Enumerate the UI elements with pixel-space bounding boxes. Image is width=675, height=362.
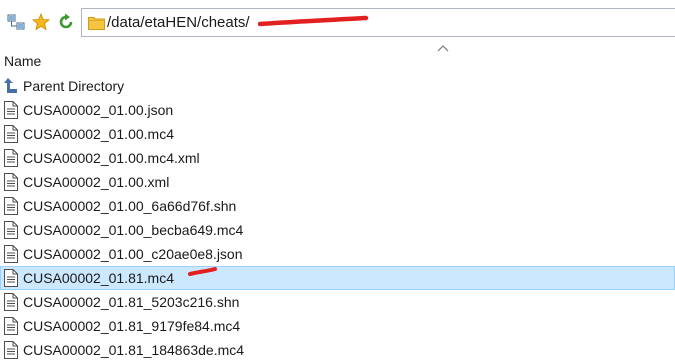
- file-name: CUSA00002_01.81_5203c216.shn: [23, 294, 240, 310]
- file-row[interactable]: CUSA00002_01.00_becba649.mc4: [0, 218, 675, 242]
- address-bar[interactable]: /data/etaHEN/cheats/: [81, 8, 675, 37]
- file-row[interactable]: CUSA00002_01.00_6a66d76f.shn: [0, 194, 675, 218]
- file-row[interactable]: CUSA00002_01.00_c20ae0e8.json: [0, 242, 675, 266]
- sort-ascending-icon: [437, 45, 449, 52]
- file-row[interactable]: CUSA00002_01.00.mc4: [0, 122, 675, 146]
- file-icon: [4, 149, 18, 167]
- file-row-selected[interactable]: CUSA00002_01.81.mc4: [0, 266, 675, 290]
- file-name: CUSA00002_01.00.mc4: [23, 126, 174, 142]
- file-list: Parent Directory CUSA00002_01.00.json CU…: [0, 74, 675, 362]
- column-header-name[interactable]: Name: [4, 53, 41, 69]
- column-header: Name: [0, 44, 675, 74]
- star-icon[interactable]: [31, 12, 51, 32]
- file-icon: [4, 293, 18, 311]
- file-row[interactable]: CUSA00002_01.81_9179fe84.mc4: [0, 314, 675, 338]
- parent-directory-row[interactable]: Parent Directory: [0, 74, 675, 98]
- file-row[interactable]: CUSA00002_01.00.xml: [0, 170, 675, 194]
- network-icon[interactable]: [6, 12, 26, 32]
- file-name: CUSA00002_01.81_9179fe84.mc4: [23, 318, 241, 334]
- file-name: CUSA00002_01.00.json: [23, 102, 174, 118]
- file-icon: [4, 173, 18, 191]
- file-icon: [4, 317, 18, 335]
- parent-directory-icon: [4, 78, 17, 93]
- parent-directory-label: Parent Directory: [23, 78, 125, 94]
- file-name: CUSA00002_01.00_6a66d76f.shn: [23, 198, 237, 214]
- file-row[interactable]: CUSA00002_01.81_5203c216.shn: [0, 290, 675, 314]
- folder-icon: [88, 17, 105, 30]
- file-icon: [4, 341, 18, 359]
- file-icon: [4, 125, 18, 143]
- file-name: CUSA00002_01.00.mc4.xml: [23, 150, 200, 166]
- file-icon: [4, 221, 18, 239]
- file-name: CUSA00002_01.00_becba649.mc4: [23, 222, 244, 238]
- address-path: /data/etaHEN/cheats/: [107, 14, 250, 31]
- file-name: CUSA00002_01.00.xml: [23, 174, 170, 190]
- file-row[interactable]: CUSA00002_01.81_184863de.mc4: [0, 338, 675, 362]
- file-name: CUSA00002_01.81.mc4: [23, 270, 174, 286]
- file-icon: [4, 245, 18, 263]
- refresh-icon[interactable]: [56, 12, 76, 32]
- file-icon: [4, 101, 18, 119]
- file-icon: [4, 269, 18, 287]
- file-row[interactable]: CUSA00002_01.00.mc4.xml: [0, 146, 675, 170]
- file-row[interactable]: CUSA00002_01.00.json: [0, 98, 675, 122]
- file-icon: [4, 197, 18, 215]
- file-name: CUSA00002_01.00_c20ae0e8.json: [23, 246, 243, 262]
- toolbar: /data/etaHEN/cheats/: [0, 0, 675, 44]
